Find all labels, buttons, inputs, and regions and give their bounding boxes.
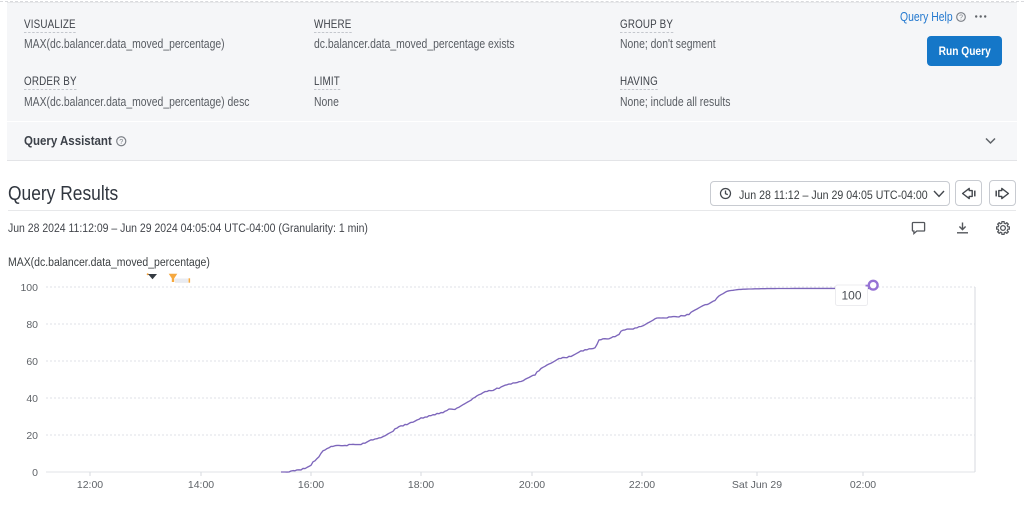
svg-text:0: 0 [32,467,38,479]
svg-text:12:00: 12:00 [77,479,103,491]
svg-text:14:00: 14:00 [188,479,214,491]
svg-text:20: 20 [26,430,38,442]
svg-text:20:00: 20:00 [519,479,545,491]
svg-text:40: 40 [26,393,38,405]
svg-text:22:00: 22:00 [629,479,655,491]
svg-text:80: 80 [26,319,38,331]
svg-text:60: 60 [26,356,38,368]
svg-text:100: 100 [841,289,861,303]
svg-text:Sat Jun 29: Sat Jun 29 [732,479,782,491]
svg-text:100: 100 [20,282,38,294]
svg-text:02:00: 02:00 [850,479,876,491]
svg-text:16:00: 16:00 [298,479,324,491]
svg-text:18:00: 18:00 [408,479,434,491]
